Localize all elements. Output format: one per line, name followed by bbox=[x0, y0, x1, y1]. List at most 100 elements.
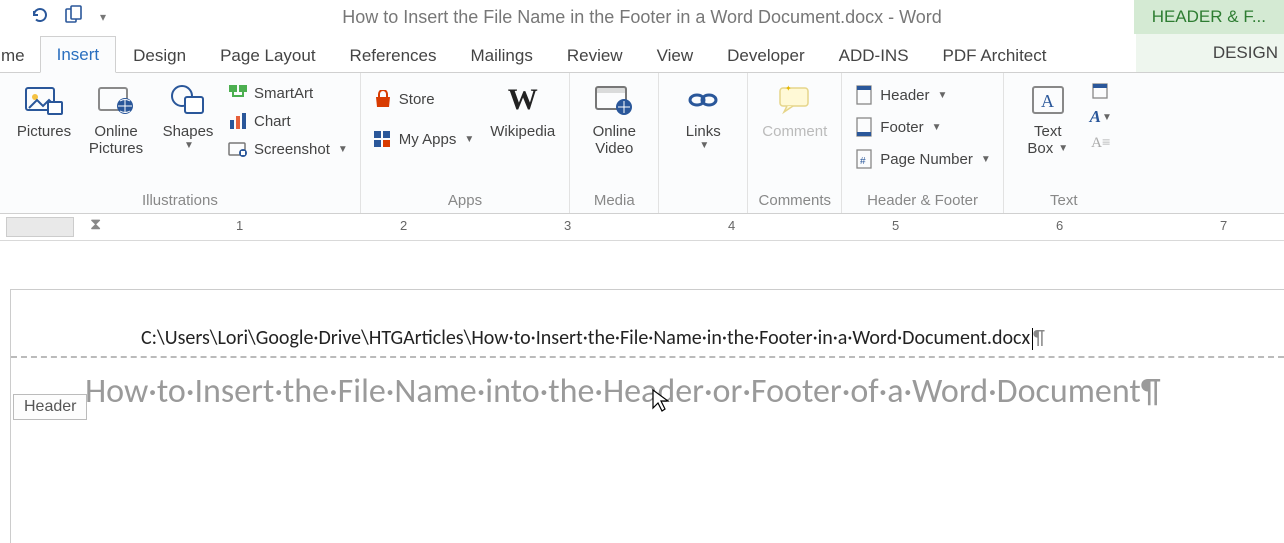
online-pictures-label-2: Pictures bbox=[89, 140, 143, 157]
tab-addins[interactable]: ADD-INS bbox=[822, 37, 926, 73]
screenshot-button[interactable]: Screenshot ▼ bbox=[224, 137, 352, 161]
ruler-mark: 7 bbox=[1220, 218, 1227, 233]
store-label: Store bbox=[399, 91, 435, 108]
group-label-text: Text bbox=[1012, 190, 1116, 213]
horizontal-ruler[interactable]: ⧗ 1 2 3 4 5 6 7 bbox=[0, 214, 1284, 241]
textbox-button[interactable]: A Text Box ▼ bbox=[1012, 77, 1084, 162]
online-pictures-icon bbox=[96, 81, 136, 119]
header-button[interactable]: Header ▼ bbox=[850, 83, 994, 107]
comment-label: Comment bbox=[762, 123, 827, 140]
svg-text:✦: ✦ bbox=[785, 85, 792, 93]
document-title-text[interactable]: How·to·Insert·the·File·Name·into·the·Hea… bbox=[11, 358, 1284, 411]
smartart-button[interactable]: SmartArt bbox=[224, 81, 352, 105]
ruler-margin-box bbox=[6, 217, 74, 237]
svg-text:#: # bbox=[860, 156, 866, 167]
footer-icon bbox=[854, 117, 874, 137]
dropcap-button[interactable]: A≡ bbox=[1090, 133, 1112, 153]
store-icon bbox=[373, 89, 393, 109]
chevron-down-icon: ▼ bbox=[184, 140, 194, 152]
qat-copy-icon[interactable] bbox=[64, 5, 86, 30]
group-label-links bbox=[667, 207, 739, 213]
ruler-mark: 3 bbox=[564, 218, 571, 233]
header-icon bbox=[854, 85, 874, 105]
ruler-mark: 5 bbox=[892, 218, 899, 233]
header-label: Header bbox=[880, 87, 929, 104]
store-button[interactable]: Store bbox=[369, 81, 478, 111]
tab-pdf-architect[interactable]: PDF Architect bbox=[926, 37, 1064, 73]
chevron-down-icon: ▼ bbox=[699, 140, 709, 152]
smartart-icon bbox=[228, 83, 248, 103]
qat-customize-icon[interactable]: ▾ bbox=[100, 10, 106, 24]
qat-refresh-icon[interactable] bbox=[30, 5, 50, 30]
online-pictures-button[interactable]: Online Pictures bbox=[80, 77, 152, 162]
pictures-button[interactable]: Pictures bbox=[8, 77, 80, 144]
shapes-button[interactable]: Shapes ▼ bbox=[152, 77, 224, 156]
textbox-icon: A bbox=[1028, 81, 1068, 119]
online-video-icon bbox=[594, 81, 634, 119]
group-apps: Store My Apps ▼ W Wikipedia Apps bbox=[361, 73, 570, 213]
online-video-button[interactable]: Online Video bbox=[578, 77, 650, 162]
tab-review[interactable]: Review bbox=[550, 37, 640, 73]
group-label-apps: Apps bbox=[369, 190, 561, 213]
links-icon bbox=[683, 81, 723, 119]
group-label-comments: Comments bbox=[756, 190, 833, 213]
links-label: Links bbox=[686, 123, 721, 140]
chart-label: Chart bbox=[254, 113, 291, 130]
ribbon: Pictures Online Pictures Shapes ▼ bbox=[0, 73, 1284, 214]
shapes-label: Shapes bbox=[163, 123, 214, 140]
page[interactable]: C:\Users\Lori\Google·Drive\HTGArticles\H… bbox=[10, 289, 1284, 543]
quick-parts-button[interactable] bbox=[1090, 81, 1112, 101]
group-illustrations: Pictures Online Pictures Shapes ▼ bbox=[0, 73, 361, 213]
group-label-header-footer: Header & Footer bbox=[850, 190, 994, 213]
chevron-down-icon: ▼ bbox=[1058, 143, 1068, 155]
chart-button[interactable]: Chart bbox=[224, 109, 352, 133]
ruler-mark: 1 bbox=[236, 218, 243, 233]
textbox-label-1: Text bbox=[1034, 123, 1062, 140]
pilcrow-icon: ¶ bbox=[1033, 326, 1045, 350]
screenshot-icon bbox=[228, 139, 248, 159]
comment-icon: ✦ bbox=[775, 81, 815, 119]
myapps-icon bbox=[373, 129, 393, 149]
contextual-tab-header-footer[interactable]: HEADER & F... bbox=[1134, 0, 1284, 34]
tab-references[interactable]: References bbox=[333, 37, 454, 73]
screenshot-label: Screenshot bbox=[254, 141, 330, 158]
tab-home-partial[interactable]: me bbox=[0, 37, 40, 73]
window-title: How to Insert the File Name in the Foote… bbox=[0, 7, 1284, 28]
wikipedia-icon: W bbox=[503, 81, 543, 119]
contextual-tab-design[interactable]: DESIGN bbox=[1136, 34, 1284, 72]
group-label-illustrations: Illustrations bbox=[8, 190, 352, 213]
chevron-down-icon: ▼ bbox=[464, 134, 474, 145]
header-region-label: Header bbox=[13, 394, 87, 420]
page-number-button[interactable]: # Page Number ▼ bbox=[850, 147, 994, 171]
online-video-label-1: Online bbox=[593, 123, 636, 140]
myapps-button[interactable]: My Apps ▼ bbox=[369, 115, 478, 151]
tab-view[interactable]: View bbox=[640, 37, 711, 73]
online-video-label-2: Video bbox=[595, 140, 633, 157]
ribbon-tabs: me Insert Design Page Layout References … bbox=[0, 34, 1284, 73]
tab-design[interactable]: Design bbox=[116, 37, 203, 73]
svg-text:A: A bbox=[1041, 91, 1054, 111]
wikipedia-button[interactable]: W Wikipedia bbox=[484, 77, 561, 144]
chevron-down-icon: ▼ bbox=[981, 154, 991, 165]
tab-insert[interactable]: Insert bbox=[40, 36, 117, 73]
tab-page-layout[interactable]: Page Layout bbox=[203, 37, 332, 73]
ruler-mark: 2 bbox=[400, 218, 407, 233]
myapps-label: My Apps bbox=[399, 131, 457, 148]
ruler-mark: 6 bbox=[1056, 218, 1063, 233]
footer-button[interactable]: Footer ▼ bbox=[850, 115, 994, 139]
group-media: Online Video Media bbox=[570, 73, 659, 213]
chevron-down-icon: ▼ bbox=[338, 144, 348, 155]
header-filepath-text: C:\Users\Lori\Google·Drive\HTGArticles\H… bbox=[141, 326, 1030, 350]
online-pictures-label-1: Online bbox=[94, 123, 137, 140]
page-number-label: Page Number bbox=[880, 151, 973, 168]
links-button[interactable]: Links ▼ bbox=[667, 77, 739, 156]
pictures-label: Pictures bbox=[17, 123, 71, 140]
group-text: A Text Box ▼ A▼ A≡ Text bbox=[1004, 73, 1124, 213]
tab-developer[interactable]: Developer bbox=[710, 37, 822, 73]
indent-marker-icon[interactable]: ⧗ bbox=[90, 216, 101, 234]
document-area: C:\Users\Lori\Google·Drive\HTGArticles\H… bbox=[0, 241, 1284, 543]
tab-mailings[interactable]: Mailings bbox=[453, 37, 549, 73]
header-field[interactable]: C:\Users\Lori\Google·Drive\HTGArticles\H… bbox=[11, 326, 1284, 350]
textbox-label-2: Box bbox=[1027, 140, 1053, 157]
wordart-button[interactable]: A▼ bbox=[1090, 107, 1112, 127]
